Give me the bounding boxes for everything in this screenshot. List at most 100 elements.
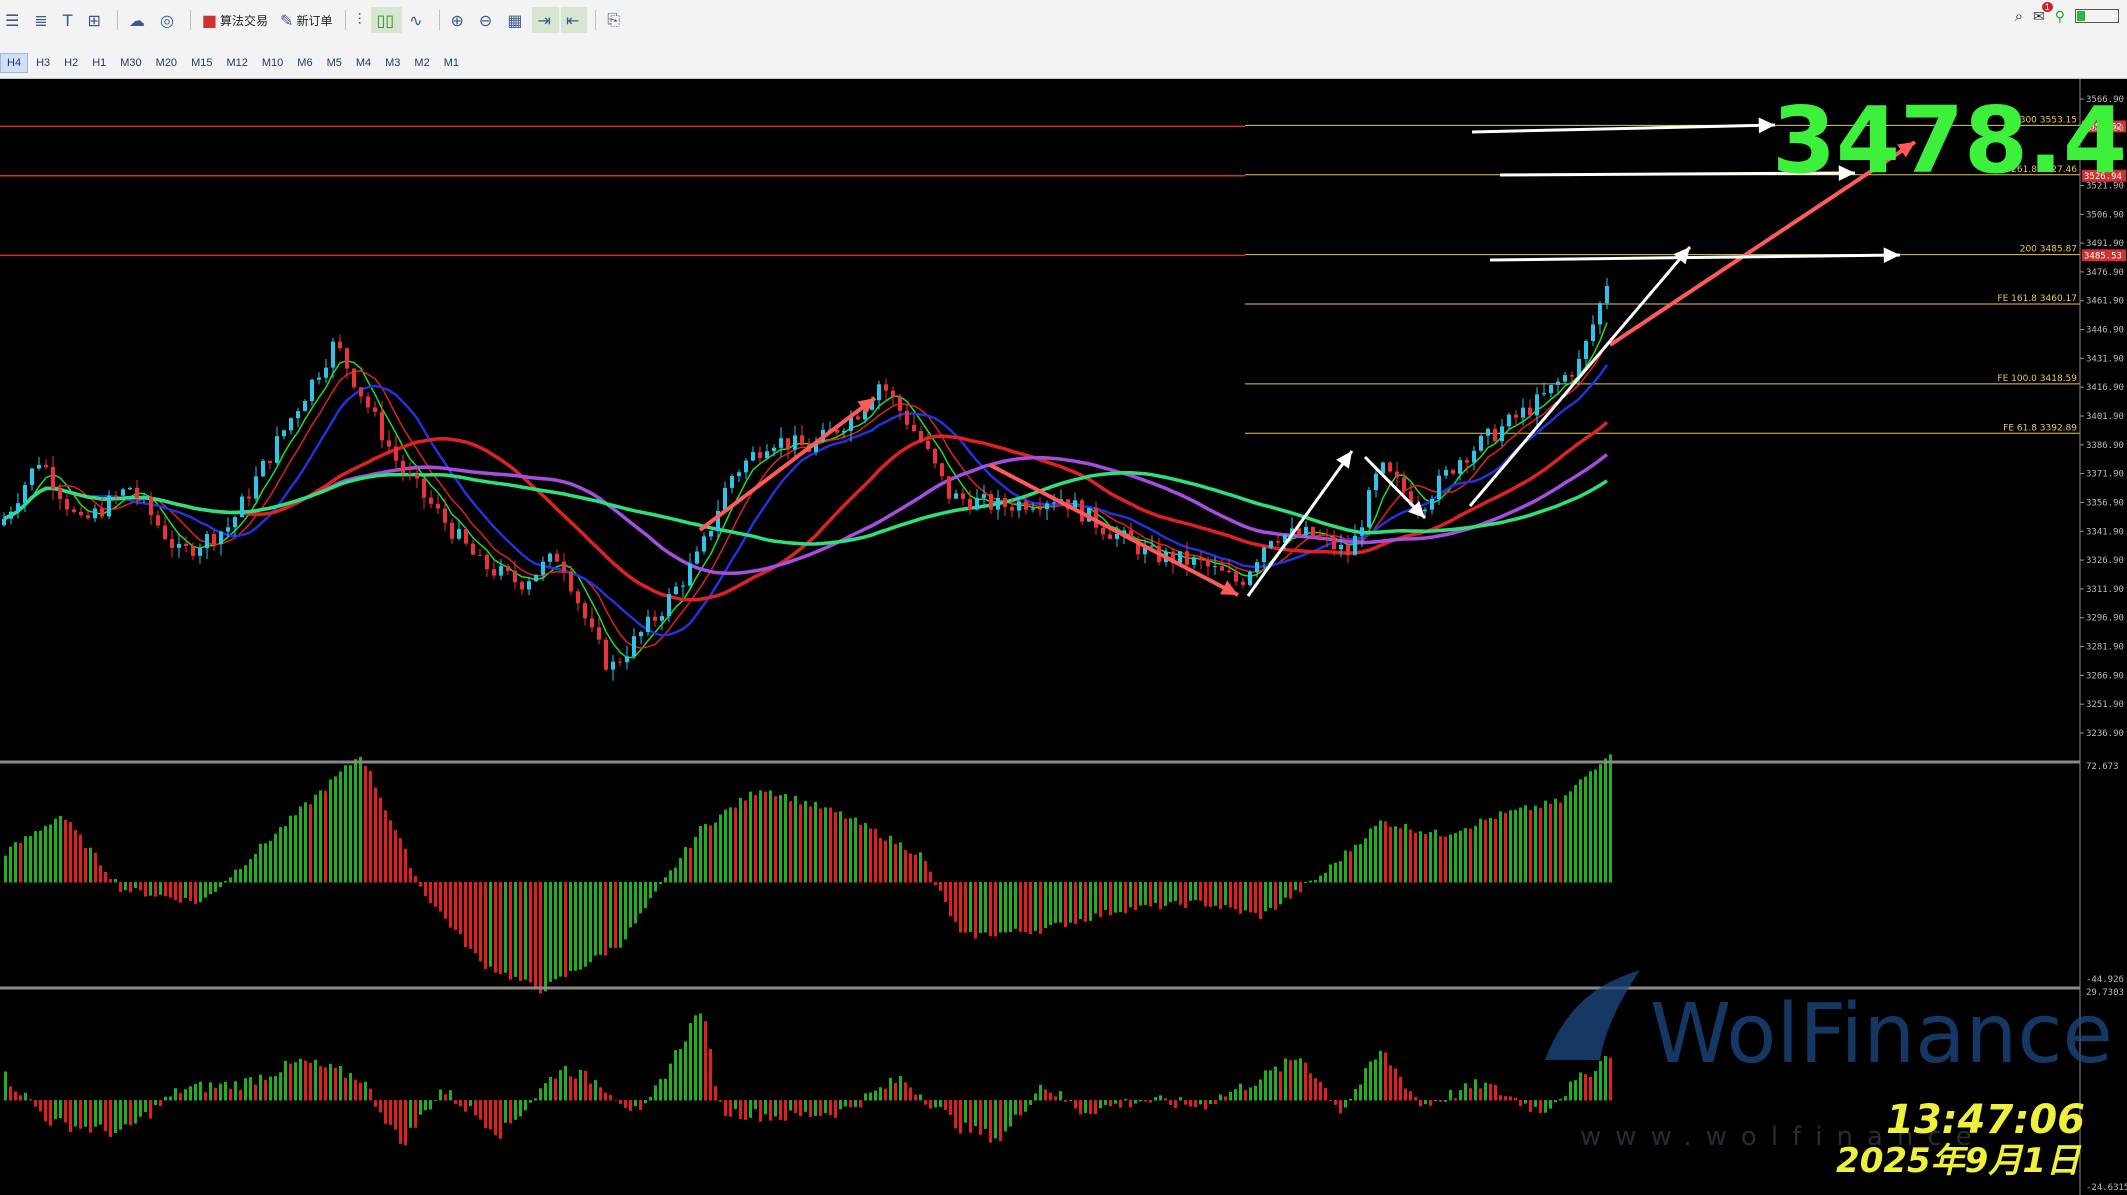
timeframe-m20[interactable]: M20 (150, 54, 183, 72)
oscillator-bar (854, 1100, 857, 1107)
timeframe-m6[interactable]: M6 (291, 54, 318, 72)
candle-body (51, 467, 55, 489)
oscillator-bar (1309, 1073, 1312, 1101)
macd-bar (629, 882, 632, 928)
timeframe-h3[interactable]: H3 (30, 54, 56, 72)
oscillator-bar (54, 1100, 57, 1120)
candle-body (359, 387, 363, 397)
oscillator-bar (1104, 1100, 1107, 1105)
oscillator-bar (1204, 1100, 1207, 1110)
zoom-in-icon[interactable]: ⊕ (446, 7, 472, 33)
macd-bar (1599, 764, 1602, 883)
oscillator-bar (1409, 1091, 1412, 1101)
timeframe-h2[interactable]: H2 (58, 54, 84, 72)
timeframe-m5[interactable]: M5 (321, 54, 348, 72)
macd-bar (1129, 882, 1132, 908)
macd-bar (1444, 836, 1447, 883)
candle-body (37, 464, 41, 469)
oscillator-bar (804, 1100, 807, 1112)
notification-icon[interactable]: ✉ 1 (2033, 1, 2053, 25)
oscillator-bar (1169, 1100, 1172, 1105)
candle-body (1325, 537, 1329, 539)
oscillator-bar (594, 1080, 597, 1101)
timeframe-m12[interactable]: M12 (220, 54, 253, 72)
timeframe-m10[interactable]: M10 (256, 54, 289, 72)
macd-bar (1014, 882, 1017, 929)
macd-bar (1244, 882, 1247, 911)
macd-bar (1434, 829, 1437, 883)
macd-bar (859, 824, 862, 883)
candle-body (338, 341, 342, 349)
oscillator-bar (269, 1076, 272, 1101)
oscillator-bar (1304, 1062, 1307, 1101)
oscillator-bar (1094, 1100, 1097, 1115)
autoscroll-icon[interactable]: ⇥ (532, 7, 559, 33)
candle-body (1598, 303, 1602, 325)
timeframe-m1[interactable]: M1 (438, 54, 465, 72)
timeframe-h4[interactable]: H4 (0, 53, 29, 73)
new-order-button[interactable]: ✎ 新订单 (275, 7, 337, 33)
zoom-out-icon[interactable]: ⊖ (474, 7, 500, 33)
oscillator-bar (1484, 1082, 1487, 1101)
oscillator-bar (324, 1067, 327, 1101)
grid-icon[interactable]: ▦ (502, 7, 530, 33)
oscillator-bar (1394, 1068, 1397, 1101)
oscillator-bar (1584, 1074, 1587, 1101)
macd-bar (1099, 882, 1102, 917)
oscillator-bar (654, 1085, 657, 1101)
oscillator-bar (374, 1100, 377, 1107)
candle-chart-icon[interactable]: ▯▯ (371, 7, 403, 33)
macd-bar (84, 847, 87, 883)
globe-icon[interactable]: ◎ (155, 7, 182, 33)
candle-body (107, 495, 111, 517)
macd-bar (589, 882, 592, 963)
candle-body (772, 447, 776, 452)
macd-bar (1094, 882, 1097, 914)
macd-bar (1104, 882, 1107, 910)
macd-bar (4, 855, 7, 883)
timeframe-m4[interactable]: M4 (350, 54, 377, 72)
macd-bar (349, 765, 352, 883)
algo-trading-button[interactable]: ■ 算法交易 (197, 7, 273, 33)
oscillator-bar (89, 1100, 92, 1133)
macd-bar (284, 826, 287, 883)
screenshot-icon[interactable]: ⎘ (602, 7, 628, 33)
cloud-icon[interactable]: ☁ (124, 7, 153, 33)
oscillator-bar (1469, 1088, 1472, 1101)
candle-body (800, 435, 804, 446)
candle-body (1444, 469, 1448, 476)
oscillator-bar (1514, 1097, 1517, 1101)
price-axis-label: 3446.90 (2086, 326, 2124, 336)
line-chart-icon[interactable]: ∿ (404, 7, 430, 33)
oscillator-bar (664, 1078, 667, 1101)
macd-bar (544, 882, 547, 992)
oscillator-bar (259, 1074, 262, 1101)
candle-body (646, 616, 650, 633)
macd-bar (1039, 882, 1042, 934)
macd-bar (109, 879, 112, 883)
candle-body (275, 436, 279, 463)
price-chart[interactable]: 3552.623526.943485.53 300 3553.15261.8 3… (0, 79, 2127, 1195)
timeframe-m15[interactable]: M15 (185, 54, 218, 72)
macd-bar (1554, 798, 1557, 883)
shift-icon[interactable]: ⇤ (560, 7, 588, 33)
candle-body (667, 594, 671, 617)
oscillator-bar (44, 1100, 47, 1122)
timeframe-h1[interactable]: H1 (86, 54, 112, 72)
candle-body (1031, 508, 1035, 510)
timeframe-m30[interactable]: M30 (114, 54, 147, 72)
oscillator-bar (1159, 1095, 1162, 1101)
objects-icon[interactable]: ⊞ (83, 7, 109, 33)
list-icon[interactable]: ≣ (29, 7, 55, 33)
macd-bar (614, 882, 617, 949)
macd-bar (1429, 832, 1432, 883)
timeframe-m2[interactable]: M2 (408, 54, 435, 72)
menu-lines-icon[interactable]: ☰ (0, 7, 27, 33)
oscillator-bar (1229, 1091, 1232, 1101)
macd-bar (69, 822, 72, 883)
text-icon[interactable]: T (58, 7, 81, 33)
bar-chart-icon[interactable]: ⫶ (352, 7, 369, 33)
timeframe-m3[interactable]: M3 (379, 54, 406, 72)
oscillator-bar (444, 1094, 447, 1101)
search-icon[interactable]: ⌕ (2015, 8, 2023, 25)
